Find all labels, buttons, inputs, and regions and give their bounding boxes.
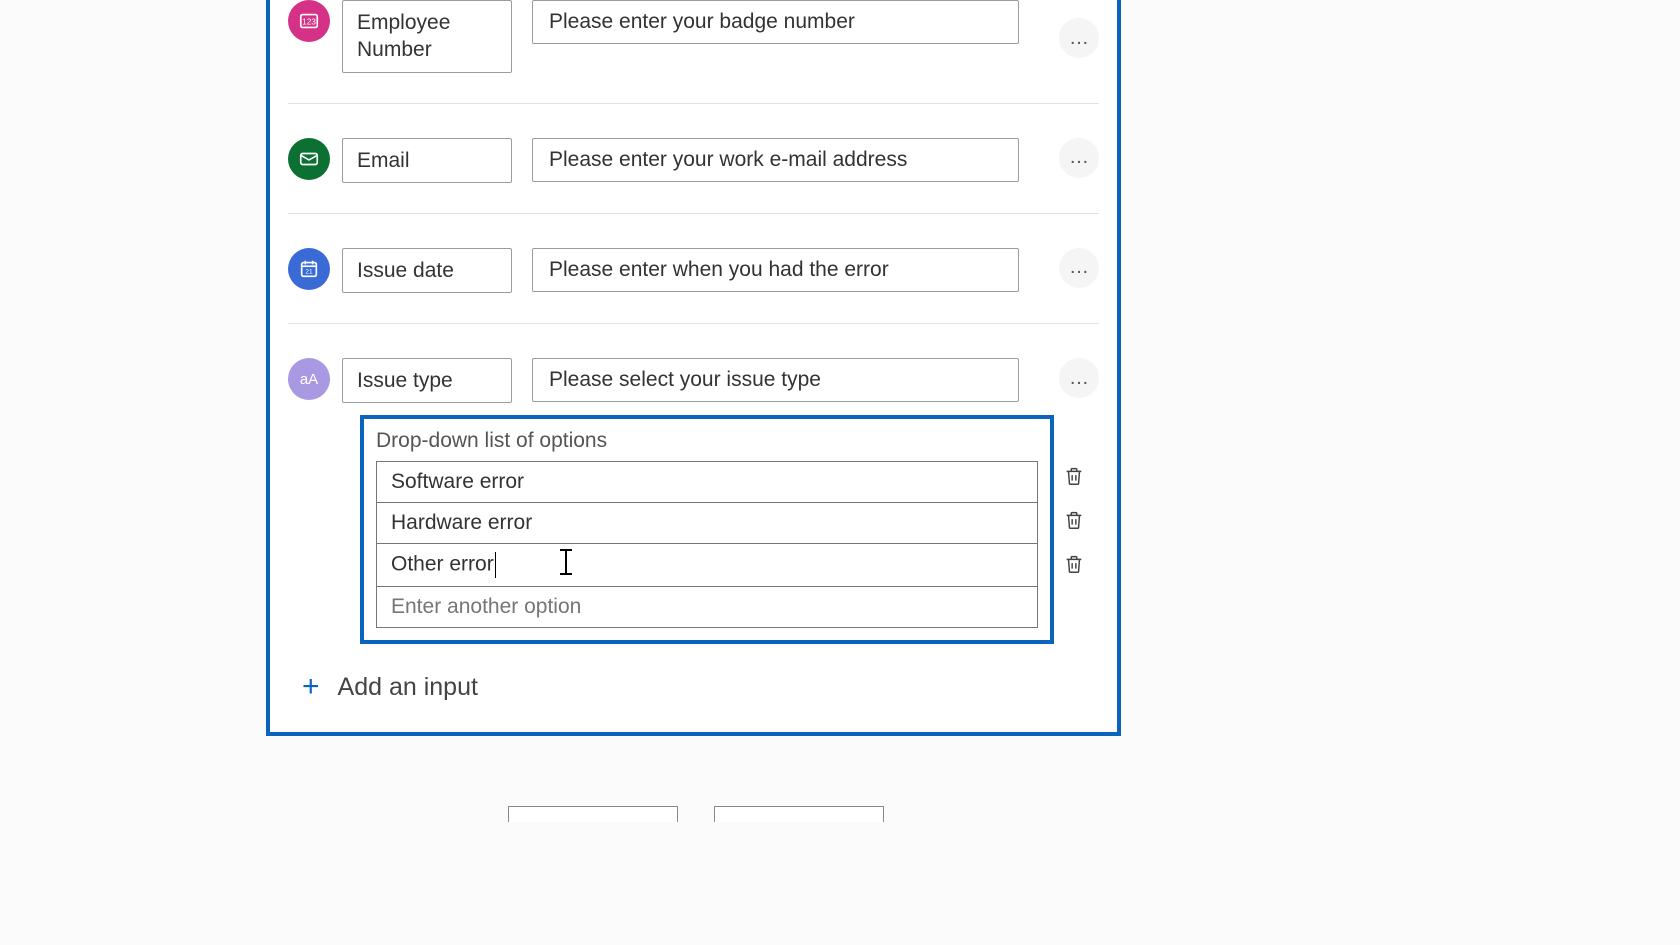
input-row-issue-type: aA Issue type Please select your issue t… bbox=[288, 324, 1099, 702]
dropdown-option-input[interactable]: Other error bbox=[377, 544, 1037, 587]
input-name-field[interactable]: Email bbox=[342, 138, 512, 183]
add-input-label: Add an input bbox=[338, 673, 478, 702]
trash-icon[interactable] bbox=[1062, 465, 1086, 489]
input-row-issue-date: 21 Issue date Please enter when you had … bbox=[288, 214, 1099, 324]
plus-icon: + bbox=[302, 672, 320, 702]
dropdown-option-input[interactable]: Hardware error bbox=[377, 503, 1037, 544]
more-icon[interactable]: … bbox=[1059, 138, 1099, 178]
more-icon[interactable]: … bbox=[1059, 358, 1099, 398]
input-prompt-field[interactable]: Please enter your badge number bbox=[532, 0, 1019, 44]
dropdown-options-list: Software error Hardware error Other erro… bbox=[376, 461, 1038, 628]
trash-icon[interactable] bbox=[1062, 553, 1086, 577]
input-name-field[interactable]: Issue date bbox=[342, 248, 512, 293]
dropdown-title: Drop-down list of options bbox=[376, 429, 1038, 453]
calendar-icon: 21 bbox=[288, 248, 330, 290]
input-row-employee-number: 123 Employee Number Please enter your ba… bbox=[288, 0, 1099, 104]
input-prompt-field[interactable]: Please select your issue type bbox=[532, 358, 1019, 402]
input-prompt-field[interactable]: Please enter when you had the error bbox=[532, 248, 1019, 292]
dropdown-delete-column bbox=[1062, 465, 1086, 577]
dropdown-option-input[interactable]: Software error bbox=[377, 462, 1037, 503]
flow-inputs-card: 123 Employee Number Please enter your ba… bbox=[266, 0, 1121, 736]
input-name-field[interactable]: Employee Number bbox=[342, 0, 512, 73]
trash-icon[interactable] bbox=[1062, 509, 1086, 533]
email-icon bbox=[288, 138, 330, 180]
add-input-button[interactable]: + Add an input bbox=[288, 644, 1099, 702]
input-row-email: Email Please enter your work e-mail addr… bbox=[288, 104, 1099, 214]
more-icon[interactable]: … bbox=[1059, 18, 1099, 58]
number-icon: 123 bbox=[288, 0, 330, 42]
more-icon[interactable]: … bbox=[1059, 248, 1099, 288]
svg-text:123: 123 bbox=[302, 18, 316, 27]
dropdown-new-option-input[interactable]: Enter another option bbox=[377, 587, 1037, 627]
bottom-button-stubs bbox=[508, 806, 884, 822]
text-icon: aA bbox=[288, 358, 330, 400]
svg-text:21: 21 bbox=[305, 268, 313, 275]
text-cursor-icon bbox=[565, 550, 567, 574]
input-prompt-field[interactable]: Please enter your work e-mail address bbox=[532, 138, 1019, 182]
input-name-field[interactable]: Issue type bbox=[342, 358, 512, 403]
button-stub[interactable] bbox=[508, 806, 678, 822]
dropdown-options-editor: Drop-down list of options Software error… bbox=[360, 415, 1054, 644]
button-stub[interactable] bbox=[714, 806, 884, 822]
